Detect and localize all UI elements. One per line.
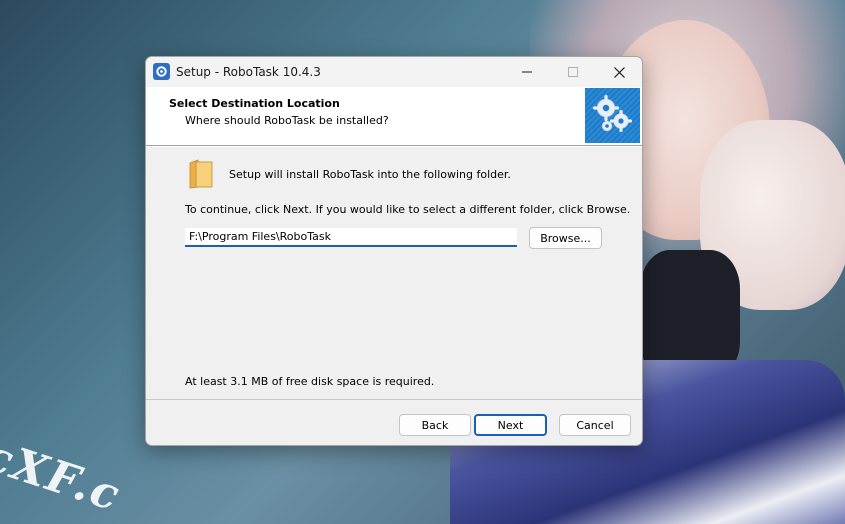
maximize-button — [550, 57, 596, 87]
instructions-text: To continue, click Next. If you would li… — [185, 203, 631, 216]
wizard-header: Select Destination Location Where should… — [146, 87, 642, 145]
browse-button[interactable]: Browse... — [529, 227, 602, 249]
minimize-button[interactable] — [504, 57, 550, 87]
gears-icon — [585, 88, 640, 143]
page-title: Select Destination Location — [169, 97, 340, 110]
folder-icon — [188, 159, 214, 189]
maximize-icon — [568, 67, 578, 77]
back-button[interactable]: Back — [399, 414, 471, 436]
footer-separator — [146, 399, 642, 400]
setup-window: Setup - RoboTask 10.4.3 Select Destinati… — [145, 56, 643, 446]
header-separator — [146, 145, 642, 147]
robotask-app-icon — [153, 63, 170, 80]
next-button[interactable]: Next — [474, 414, 547, 436]
minimize-icon — [522, 71, 532, 73]
intro-text: Setup will install RoboTask into the fol… — [229, 168, 511, 181]
cancel-button[interactable]: Cancel — [559, 414, 631, 436]
close-button[interactable] — [596, 57, 642, 87]
title-bar[interactable]: Setup - RoboTask 10.4.3 — [146, 57, 642, 87]
close-icon — [613, 66, 625, 78]
window-title: Setup - RoboTask 10.4.3 — [176, 65, 321, 79]
destination-path-input[interactable] — [185, 228, 517, 247]
page-subtitle: Where should RoboTask be installed? — [185, 114, 389, 127]
wallpaper-watermark: cXF.c — [0, 430, 128, 522]
disk-space-text: At least 3.1 MB of free disk space is re… — [185, 375, 435, 388]
